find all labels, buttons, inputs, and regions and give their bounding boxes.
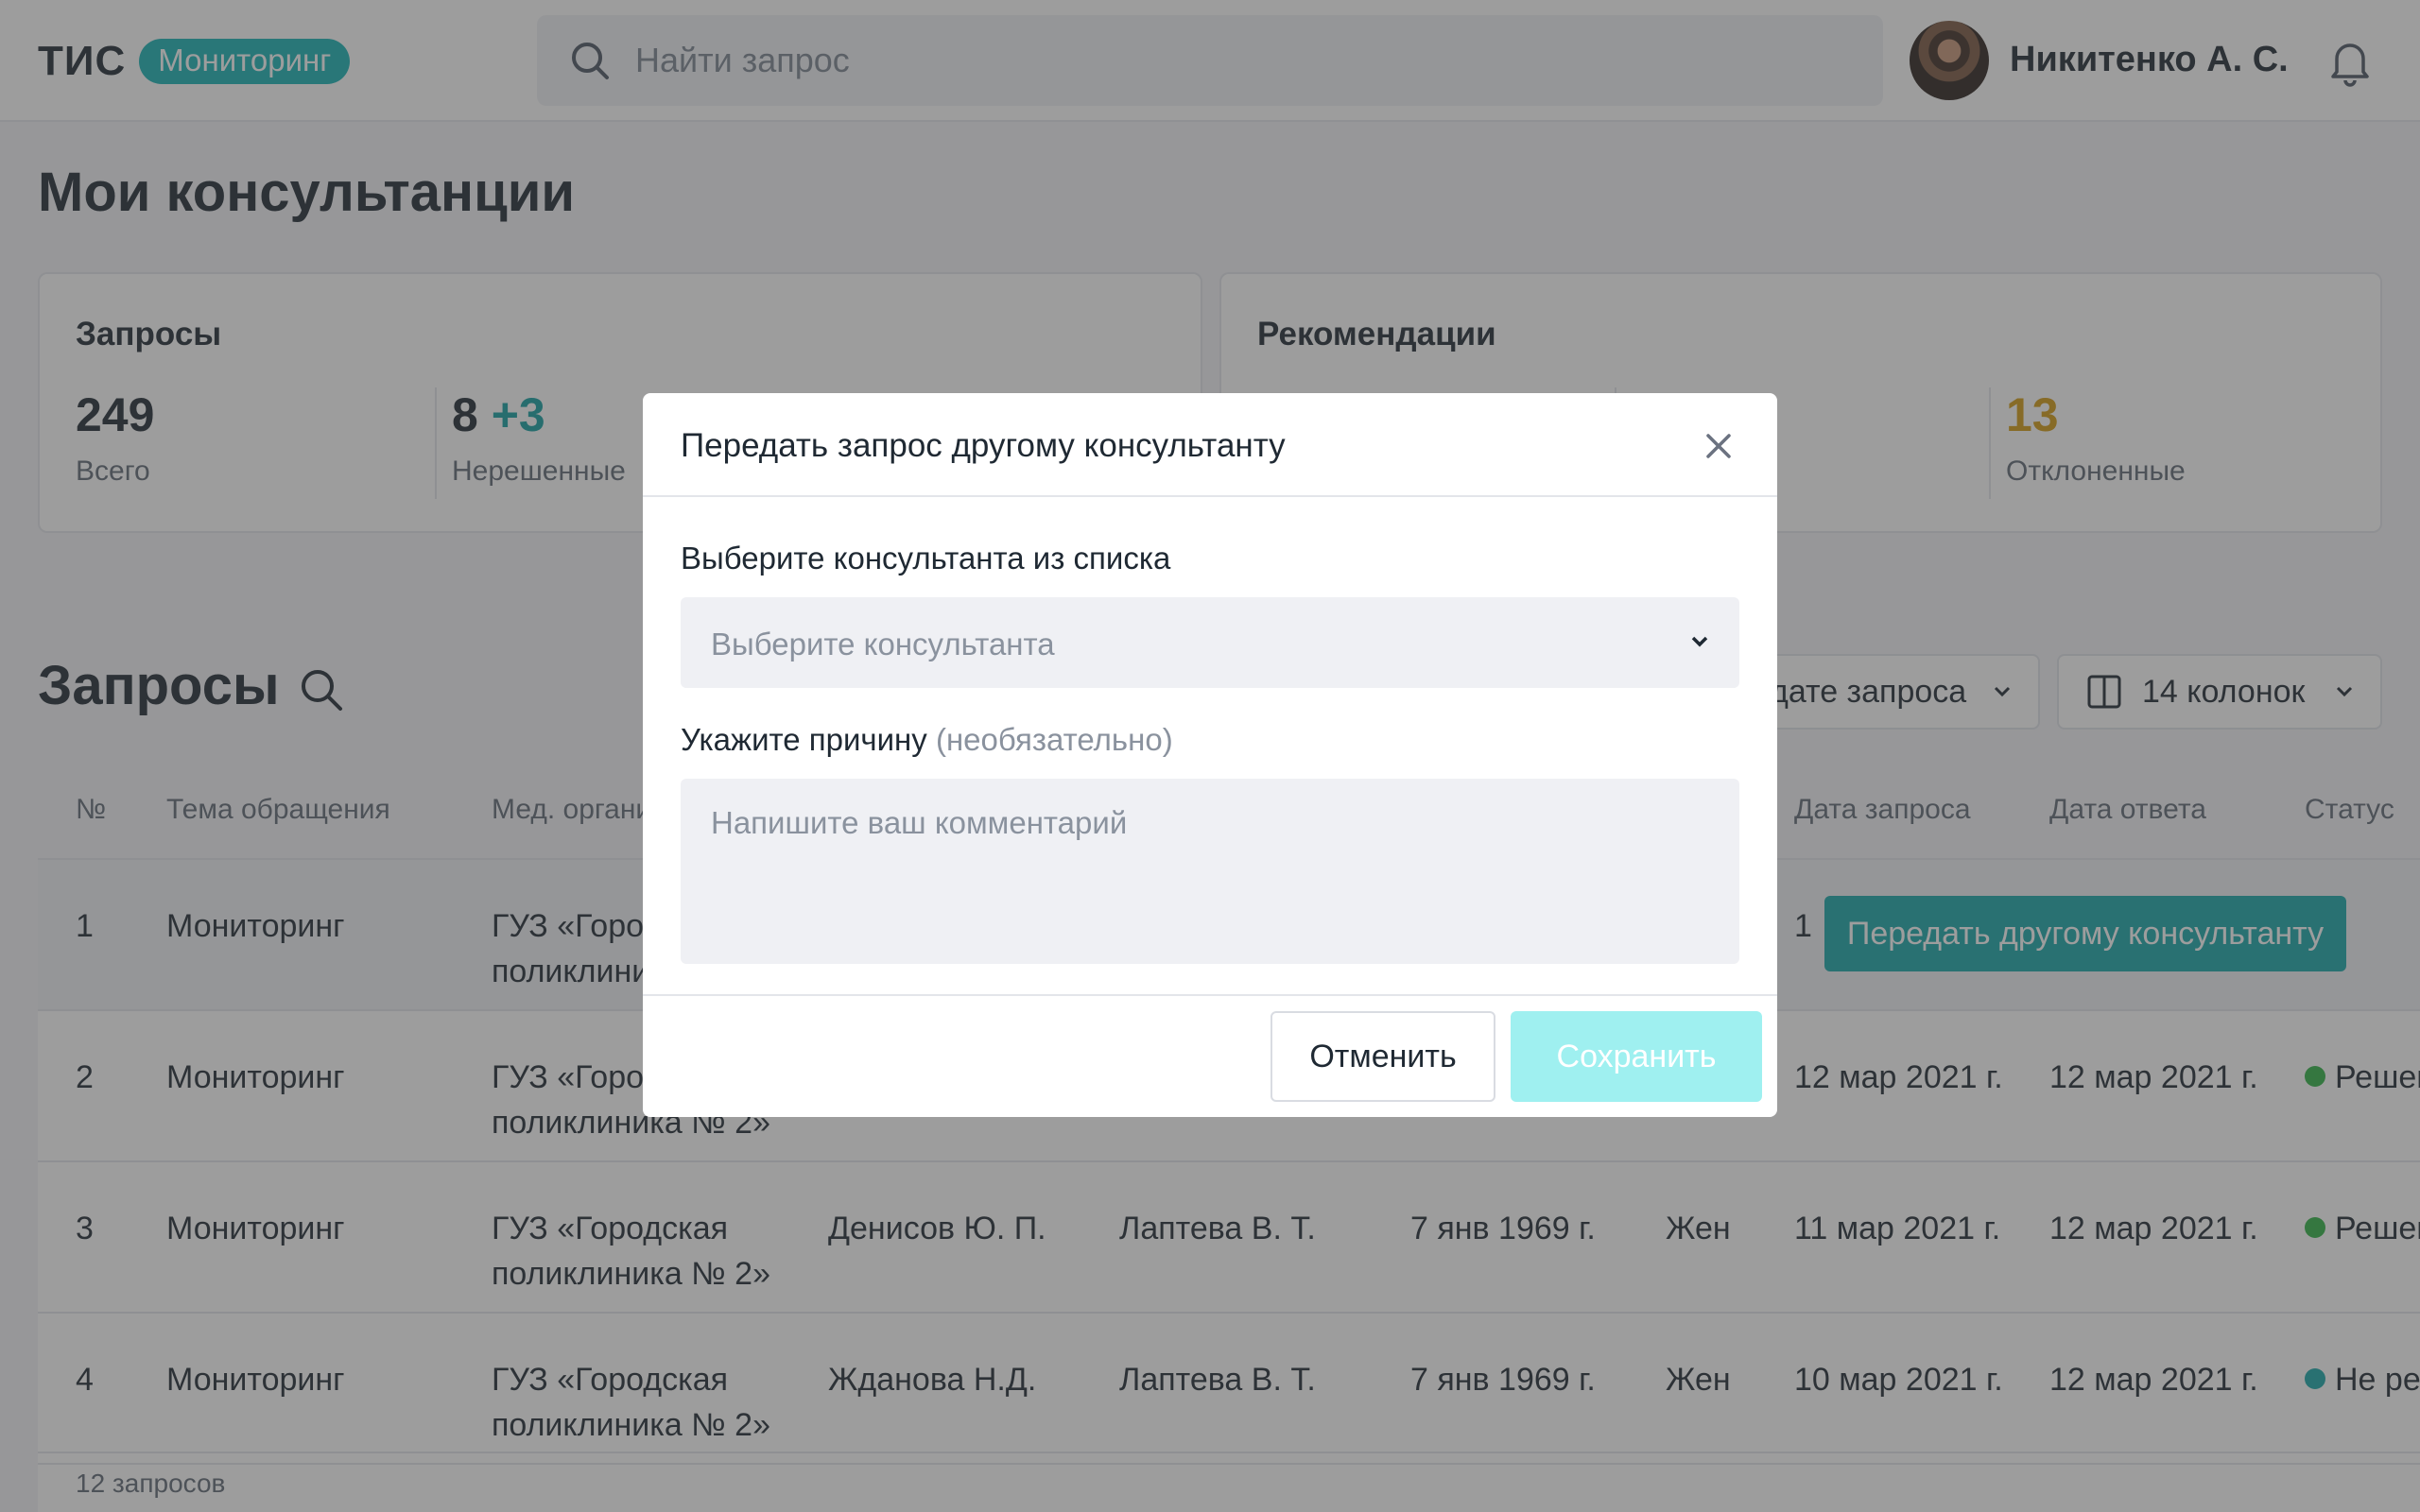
reason-label-text: Укажите причину [681, 722, 927, 757]
reason-optional: (необязательно) [935, 722, 1173, 757]
select-placeholder: Выберите консультанта [711, 627, 1055, 662]
select-label: Выберите консультанта из списка [681, 541, 1171, 576]
modal-title: Передать запрос другому консультанту [681, 427, 1286, 464]
save-button[interactable]: Сохранить [1511, 1011, 1762, 1102]
transfer-modal: Передать запрос другому консультанту Выб… [643, 393, 1777, 1117]
modal-header: Передать запрос другому консультанту [643, 393, 1777, 497]
reason-label: Укажите причину (необязательно) [681, 722, 1173, 758]
close-icon[interactable] [1703, 431, 1734, 461]
chevron-down-icon [1691, 636, 1708, 647]
modal-footer: Отменить Сохранить [643, 994, 1777, 1117]
cancel-button[interactable]: Отменить [1270, 1011, 1495, 1102]
consultant-select[interactable]: Выберите консультанта [681, 597, 1739, 688]
comment-field[interactable] [681, 779, 1739, 964]
